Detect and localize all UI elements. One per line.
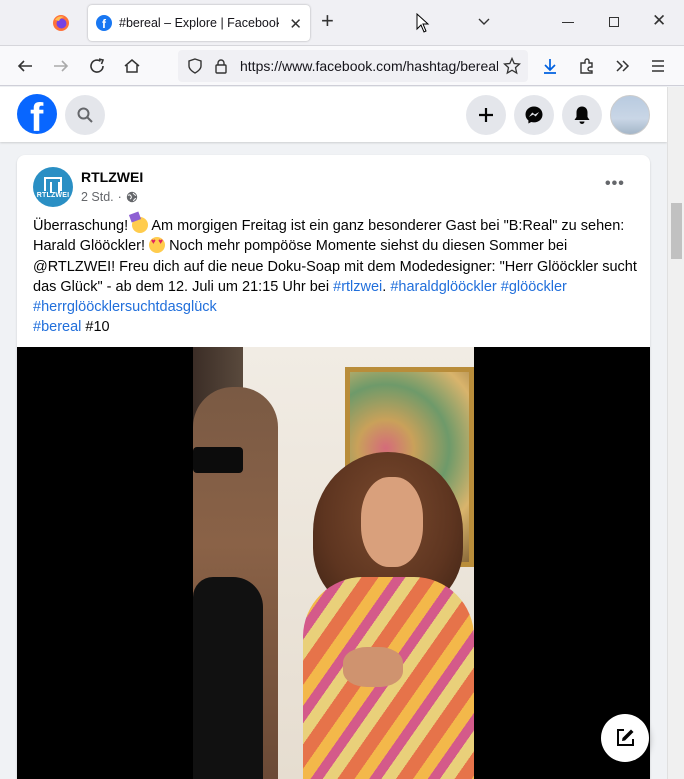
post-text-part: #10 [81, 319, 110, 336]
firefox-icon[interactable] [46, 8, 76, 38]
messenger-icon [525, 106, 543, 124]
video-hands [343, 647, 403, 687]
rtlzwei-logo-mark [44, 177, 62, 193]
page-avatar[interactable]: RTLZWEI [33, 167, 73, 207]
extensions-icon[interactable] [576, 55, 598, 77]
star-icon[interactable] [501, 55, 523, 77]
new-message-button[interactable] [601, 714, 649, 762]
reload-icon[interactable] [86, 55, 108, 77]
overflow-icon[interactable] [611, 55, 633, 77]
browser-nav-bar: https://www.facebook.com/hashtag/bereal [0, 46, 684, 86]
notifications-button[interactable] [562, 95, 602, 135]
minimize-icon[interactable] [562, 22, 574, 23]
post-author-name[interactable]: RTLZWEI [81, 169, 143, 185]
post-meta: 2 Std. · [81, 190, 138, 204]
home-icon[interactable] [121, 55, 143, 77]
search-icon [77, 107, 93, 123]
tab-title: #bereal – Explore | Facebook [119, 16, 279, 30]
globe-icon [126, 191, 138, 203]
video-person-left-outfit [193, 577, 263, 779]
url-text[interactable]: https://www.facebook.com/hashtag/bereal [240, 58, 498, 74]
hashtag-link[interactable]: #herrglööcklersuchtdasglück [33, 299, 217, 315]
meta-separator: · [117, 190, 122, 204]
create-button[interactable] [466, 95, 506, 135]
bell-icon [574, 106, 590, 124]
post-more-options-button[interactable]: ••• [605, 175, 625, 193]
hashtag-link[interactable]: #rtlzwei [333, 279, 382, 295]
forward-icon[interactable] [50, 55, 72, 77]
avatar-logo-text: RTLZWEI [36, 192, 70, 199]
menu-icon[interactable] [647, 55, 669, 77]
video-person-right-face [361, 477, 423, 567]
search-button[interactable] [65, 95, 105, 135]
browser-tab-bar: f #bereal – Explore | Facebook ✕ + ✕ [0, 0, 684, 46]
party-face-emoji-icon [132, 217, 149, 233]
heart-eyes-emoji-icon [149, 237, 166, 254]
page-scrollbar[interactable] [667, 87, 684, 779]
feed-post: RTLZWEI RTLZWEI 2 Std. · ••• Überraschun… [17, 155, 650, 779]
hashtag-link[interactable]: #bereal [33, 319, 81, 335]
hashtag-link[interactable]: #haraldglööckler [390, 279, 496, 295]
plus-icon [479, 108, 493, 122]
close-icon[interactable]: ✕ [289, 15, 302, 33]
lock-icon[interactable] [210, 55, 232, 77]
video-frame [193, 347, 474, 779]
facebook-favicon: f [96, 15, 112, 31]
maximize-icon[interactable] [609, 17, 619, 27]
download-icon[interactable] [539, 55, 561, 77]
shield-icon[interactable] [184, 55, 206, 77]
plus-icon[interactable]: + [321, 10, 334, 32]
scrollbar-thumb[interactable] [671, 203, 682, 259]
cursor-icon [416, 12, 430, 38]
video-sunglasses [193, 447, 243, 473]
profile-avatar[interactable] [610, 95, 650, 135]
url-bar[interactable]: https://www.facebook.com/hashtag/bereal [178, 50, 528, 82]
facebook-header: f [0, 87, 667, 142]
post-video[interactable] [17, 347, 650, 779]
post-timestamp[interactable]: 2 Std. [81, 190, 114, 204]
edit-icon [617, 729, 634, 746]
window-close-icon[interactable]: ✕ [652, 11, 666, 31]
post-message: Überraschung! Am morgigen Freitag ist ei… [33, 216, 639, 338]
post-text-part: Überraschung! [33, 218, 133, 234]
messenger-button[interactable] [514, 95, 554, 135]
chevron-down-icon[interactable] [476, 13, 492, 34]
back-icon[interactable] [14, 55, 36, 77]
hashtag-link[interactable]: #glööckler [501, 279, 567, 295]
tab-bereal-explore[interactable]: f #bereal – Explore | Facebook ✕ [88, 5, 310, 41]
facebook-logo[interactable]: f [17, 94, 57, 134]
